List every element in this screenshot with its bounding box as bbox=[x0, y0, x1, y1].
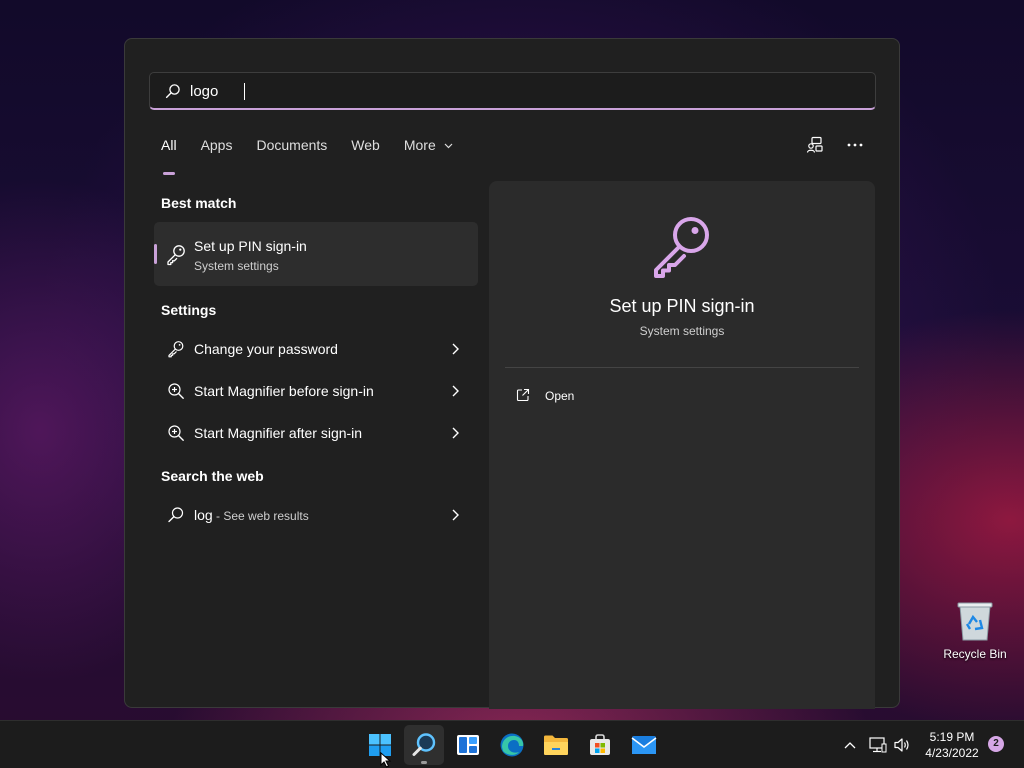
preview-divider bbox=[505, 367, 859, 368]
running-indicator bbox=[421, 761, 427, 764]
store-bag-icon bbox=[590, 734, 610, 755]
ellipsis-icon bbox=[847, 143, 863, 147]
clock[interactable]: 5:19 PM 4/23/2022 bbox=[918, 729, 986, 761]
network-icon bbox=[869, 737, 887, 753]
folder-icon bbox=[544, 735, 568, 755]
preview-title: Set up PIN sign-in bbox=[609, 296, 755, 316]
tab-all[interactable]: All bbox=[161, 137, 177, 175]
open-external-icon bbox=[516, 388, 530, 402]
chevron-down-icon bbox=[444, 143, 453, 149]
store-button[interactable] bbox=[580, 725, 620, 765]
account-switch-button[interactable] bbox=[805, 135, 825, 155]
recycle-bin-shortcut[interactable]: Recycle Bin bbox=[940, 596, 1010, 666]
search-icon bbox=[165, 84, 180, 99]
show-hidden-icons-button[interactable] bbox=[838, 725, 862, 765]
search-input[interactable] bbox=[190, 73, 850, 109]
clock-date: 4/23/2022 bbox=[925, 746, 979, 760]
taskbar: 5:19 PM 4/23/2022 bbox=[0, 720, 1024, 768]
widgets-icon bbox=[457, 735, 479, 755]
key-icon bbox=[654, 217, 709, 278]
chevron-up-icon bbox=[844, 742, 856, 749]
mail-icon bbox=[631, 736, 657, 754]
widgets-button[interactable] bbox=[448, 725, 488, 765]
tab-more-label: More bbox=[403, 137, 436, 153]
tab-documents[interactable]: Documents bbox=[256, 137, 327, 165]
panel-actions bbox=[805, 135, 865, 155]
text-caret bbox=[244, 83, 245, 100]
tab-apps-label: Apps bbox=[200, 137, 233, 153]
result-preview-pane: Set up PIN sign-in System settings Open bbox=[489, 181, 875, 709]
tab-web-label: Web bbox=[351, 137, 380, 153]
web-result-text: log - See web results bbox=[194, 507, 309, 523]
search-box[interactable] bbox=[149, 72, 876, 110]
web-search-result[interactable]: log - See web results bbox=[154, 495, 478, 535]
mail-button[interactable] bbox=[624, 725, 664, 765]
magnifier-icon bbox=[168, 425, 184, 441]
search-web-heading: Search the web bbox=[161, 468, 264, 484]
settings-item-change-password[interactable]: Change your password bbox=[154, 329, 478, 369]
file-explorer-button[interactable] bbox=[536, 725, 576, 765]
clock-time: 5:19 PM bbox=[929, 730, 975, 744]
settings-item-label: Change your password bbox=[194, 341, 338, 357]
tab-more[interactable]: More bbox=[404, 137, 453, 165]
open-action[interactable]: Open bbox=[505, 385, 859, 409]
chevron-right-icon bbox=[452, 343, 459, 355]
mouse-cursor-icon bbox=[380, 752, 392, 768]
settings-item-label: Start Magnifier after sign-in bbox=[194, 425, 363, 441]
best-match-heading: Best match bbox=[161, 195, 237, 211]
best-match-title: Set up PIN sign-in bbox=[194, 238, 307, 254]
chevron-right-icon bbox=[452, 385, 459, 397]
settings-heading: Settings bbox=[161, 302, 217, 318]
settings-item-label: Start Magnifier before sign-in bbox=[194, 383, 374, 399]
recycle-bin-icon bbox=[957, 602, 993, 641]
tab-web[interactable]: Web bbox=[351, 137, 380, 165]
preview-subtitle: System settings bbox=[639, 324, 725, 338]
volume-button[interactable] bbox=[890, 725, 914, 765]
settings-item-magnifier-before[interactable]: Start Magnifier before sign-in bbox=[154, 371, 478, 411]
selection-indicator bbox=[154, 244, 157, 264]
network-button[interactable] bbox=[866, 725, 890, 765]
chevron-right-icon bbox=[452, 509, 459, 521]
settings-item-magnifier-after[interactable]: Start Magnifier after sign-in bbox=[154, 413, 478, 453]
edge-browser-icon bbox=[500, 733, 524, 757]
filter-tabs: All Apps Documents Web More bbox=[161, 137, 477, 175]
key-icon bbox=[168, 341, 184, 358]
tab-apps[interactable]: Apps bbox=[201, 137, 233, 165]
account-switch-icon bbox=[806, 136, 823, 153]
chevron-right-icon bbox=[452, 427, 459, 439]
edge-button[interactable] bbox=[492, 725, 532, 765]
tab-all-label: All bbox=[161, 137, 177, 153]
notification-badge[interactable]: 2 bbox=[988, 736, 1004, 752]
more-options-button[interactable] bbox=[845, 135, 865, 155]
web-result-query: log bbox=[194, 507, 213, 523]
best-match-result[interactable]: Set up PIN sign-in System settings bbox=[154, 222, 478, 286]
best-match-subtitle: System settings bbox=[194, 259, 279, 273]
recycle-bin-label: Recycle Bin bbox=[943, 647, 1007, 661]
search-icon bbox=[412, 733, 436, 756]
key-icon bbox=[167, 245, 185, 266]
magnifier-icon bbox=[168, 383, 184, 399]
web-result-suffix: - See web results bbox=[212, 509, 309, 523]
search-icon bbox=[168, 507, 184, 523]
tab-documents-label: Documents bbox=[256, 137, 328, 153]
search-button[interactable] bbox=[404, 725, 444, 765]
speaker-icon bbox=[894, 738, 909, 752]
search-panel: All Apps Documents Web More Best match bbox=[124, 38, 900, 709]
open-label: Open bbox=[545, 389, 575, 403]
